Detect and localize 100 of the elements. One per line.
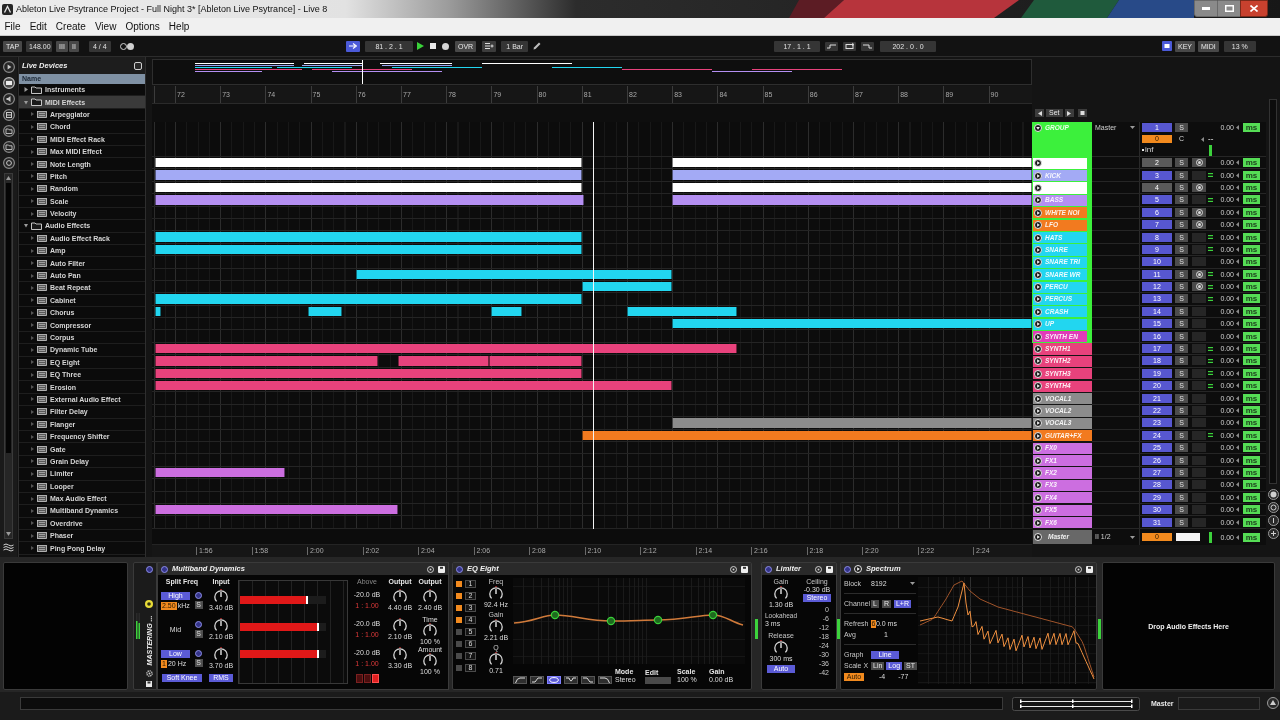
eq-node-icon[interactable] (606, 616, 616, 626)
ring-icon[interactable] (1267, 528, 1279, 539)
arm-button[interactable] (1192, 269, 1206, 279)
circle-toggle-icon[interactable] (195, 592, 202, 599)
play-icon[interactable] (1034, 183, 1042, 192)
play-icon[interactable] (1034, 159, 1042, 168)
knob[interactable] (392, 589, 408, 604)
circle-toggle-icon[interactable] (195, 650, 202, 657)
clip[interactable] (155, 343, 738, 354)
band-toggle[interactable] (456, 653, 462, 659)
play-icon[interactable] (1034, 533, 1042, 541)
minimize-button[interactable] (1194, 0, 1218, 17)
speaker-icon[interactable] (2, 93, 15, 105)
band-toggle[interactable] (456, 629, 462, 635)
menu-item[interactable]: Help (164, 18, 194, 35)
play-icon[interactable] (1034, 357, 1042, 366)
play-icon[interactable] (1034, 431, 1042, 440)
delay-unit-button[interactable]: ms (1243, 467, 1260, 477)
punch-in-icon[interactable] (825, 41, 838, 51)
knob[interactable] (773, 586, 789, 601)
down-arrow-icon[interactable] (6, 532, 11, 536)
right-triangle-icon[interactable] (24, 87, 28, 93)
delay-unit-button[interactable]: ms (1243, 532, 1260, 542)
play-icon[interactable] (1034, 394, 1042, 403)
delay-unit-button[interactable]: ms (1243, 195, 1260, 205)
delay-unit-button[interactable]: ms (1243, 220, 1260, 230)
clip[interactable] (672, 319, 1032, 329)
knob[interactable] (488, 586, 504, 601)
play-icon[interactable] (1034, 283, 1042, 292)
play-icon[interactable] (1034, 196, 1042, 205)
punch-out-icon[interactable] (861, 41, 874, 51)
filter-type-button[interactable] (513, 676, 527, 684)
delay-unit-button[interactable]: ms (1243, 517, 1260, 527)
folder-icon[interactable] (2, 141, 15, 153)
circle-dot-icon[interactable] (1075, 565, 1082, 573)
delay-unit-button[interactable]: ms (1243, 319, 1260, 329)
device-icon[interactable] (2, 77, 15, 89)
loop-icon[interactable] (843, 41, 856, 51)
delay-unit-button[interactable]: ms (1243, 294, 1260, 304)
play-icon[interactable] (1034, 233, 1042, 242)
play-icon[interactable] (1034, 171, 1042, 180)
circle-toggle-icon[interactable] (844, 565, 851, 573)
clip[interactable] (155, 294, 582, 304)
clip[interactable] (398, 356, 489, 366)
up-arrow-icon[interactable] (6, 176, 11, 180)
play-icon[interactable] (854, 565, 862, 573)
play-icon[interactable] (1034, 468, 1042, 477)
left-triangle-icon[interactable] (1236, 408, 1239, 413)
record-icon[interactable] (442, 42, 449, 50)
arrangement-overview-drawing[interactable] (152, 58, 1032, 85)
clip[interactable] (155, 306, 161, 317)
metronome-icon[interactable] (119, 42, 134, 50)
filter-type-button[interactable] (547, 676, 561, 684)
delay-unit-button[interactable]: ms (1243, 158, 1260, 168)
chain-overview-drawing[interactable] (1012, 697, 1140, 711)
toggle-icon[interactable] (1162, 41, 1172, 51)
clip[interactable] (155, 170, 582, 180)
close-icon[interactable] (1250, 5, 1258, 12)
knob[interactable] (488, 619, 504, 634)
play-icon[interactable] (1034, 407, 1042, 415)
play-icon[interactable] (1034, 221, 1042, 230)
play-icon[interactable] (1034, 419, 1042, 428)
knob[interactable] (213, 589, 229, 604)
play-icon[interactable] (1034, 456, 1042, 465)
delay-unit-button[interactable]: ms (1243, 232, 1260, 242)
filter-type-button[interactable] (530, 676, 544, 684)
delay-unit-button[interactable]: ms (1243, 123, 1260, 133)
clip[interactable] (488, 356, 582, 366)
play-icon[interactable] (1034, 258, 1042, 267)
clip[interactable] (672, 158, 1032, 168)
floppy-icon[interactable] (741, 565, 748, 573)
knob[interactable] (213, 618, 229, 633)
play-icon[interactable] (1034, 208, 1042, 217)
play-icon[interactable] (1034, 270, 1042, 279)
play-icon[interactable] (1034, 295, 1042, 304)
list-plus-button[interactable] (482, 40, 497, 52)
eq-node-icon[interactable] (708, 610, 718, 620)
delay-unit-button[interactable]: ms (1243, 257, 1260, 267)
play-icon[interactable] (1034, 493, 1042, 502)
edit-field[interactable] (645, 677, 671, 684)
knob[interactable] (392, 647, 408, 662)
delay-unit-button[interactable]: ms (1243, 182, 1260, 192)
circle-toggle-icon[interactable] (456, 565, 463, 573)
down-triangle-icon[interactable] (1034, 124, 1042, 132)
gear-icon[interactable] (145, 670, 153, 677)
delay-unit-button[interactable]: ms (1243, 170, 1260, 180)
delay-unit-button[interactable]: ms (1243, 430, 1260, 440)
arm-button[interactable] (1192, 282, 1206, 292)
delay-unit-button[interactable]: ms (1243, 331, 1260, 341)
ring-icon[interactable] (1267, 489, 1279, 500)
knob[interactable] (488, 652, 504, 667)
wave-icon[interactable] (3, 543, 14, 552)
delay-unit-button[interactable]: ms (1243, 207, 1260, 217)
mode-segment[interactable] (371, 674, 379, 683)
delay-unit-button[interactable]: ms (1243, 344, 1260, 354)
activator-icon[interactable] (145, 600, 153, 608)
delay-unit-button[interactable]: ms (1243, 455, 1260, 465)
clip[interactable] (672, 170, 1032, 180)
maximize-icon[interactable] (1224, 5, 1234, 12)
circle-toggle-icon[interactable] (195, 621, 202, 628)
